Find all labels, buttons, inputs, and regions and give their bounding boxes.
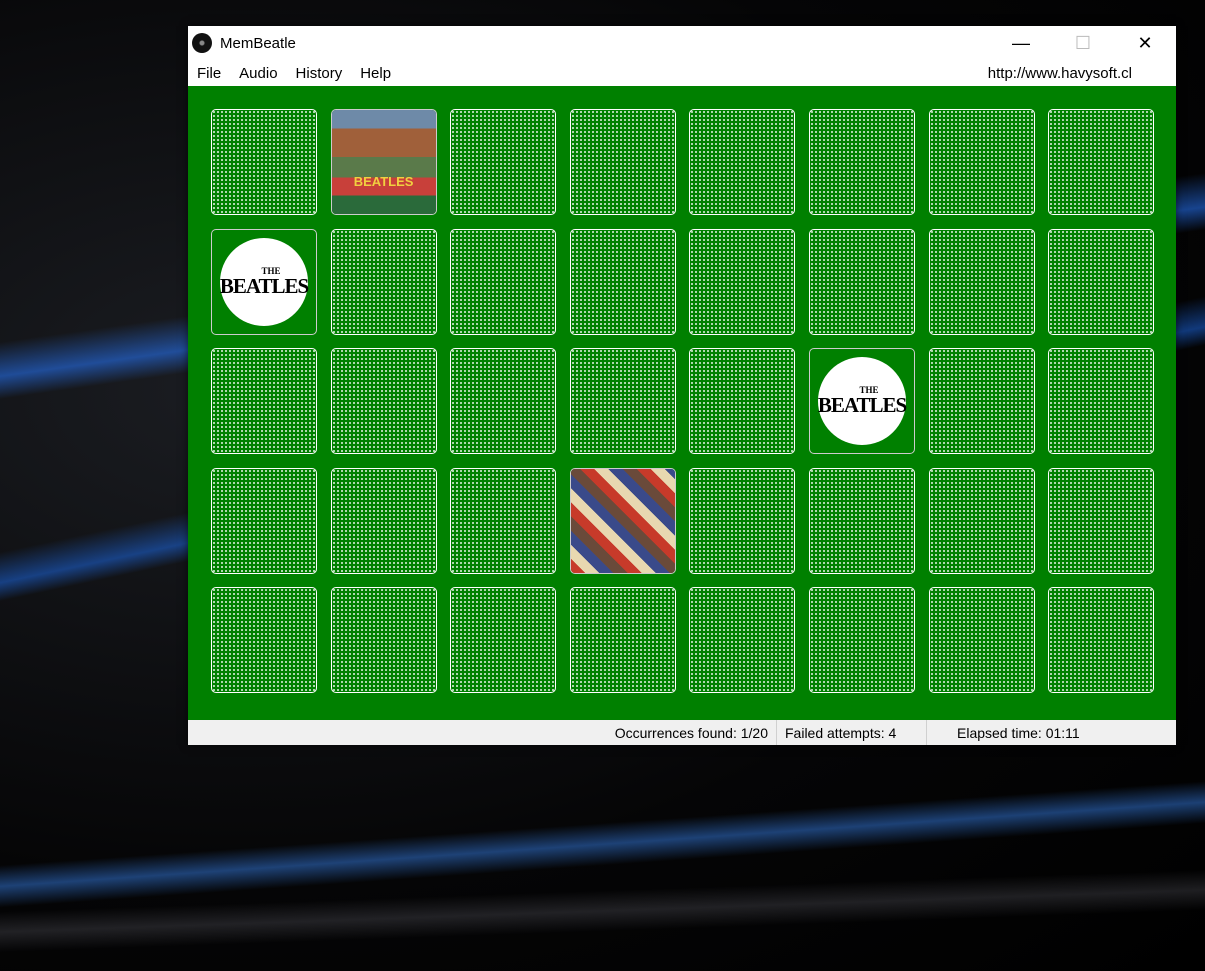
card-face-down[interactable] <box>1048 587 1155 694</box>
card-sgt-pepper-album[interactable]: BEATLES <box>330 109 437 215</box>
card-face-down[interactable] <box>211 587 317 694</box>
card-face-down[interactable] <box>569 348 676 455</box>
card-face-down[interactable] <box>330 228 437 335</box>
card-face-down[interactable] <box>1048 228 1155 335</box>
card-face-down[interactable] <box>569 587 676 694</box>
game-board: BEATLES THE BEATLES THE BEATLES <box>188 86 1176 720</box>
card-face-down[interactable] <box>928 228 1035 335</box>
card-face-down[interactable] <box>211 348 317 455</box>
failed-attempts: Failed attempts: 4 <box>776 720 926 745</box>
card-face-down[interactable] <box>1048 467 1155 574</box>
card-beatles-logo[interactable]: THE BEATLES <box>809 348 915 455</box>
card-face-down[interactable] <box>450 228 557 335</box>
card-face-down[interactable] <box>450 587 557 694</box>
card-face-down[interactable] <box>928 348 1035 455</box>
minimize-button[interactable]: — <box>990 26 1052 60</box>
card-face-down[interactable] <box>689 109 796 215</box>
app-window: MemBeatle — ☐ ✕ File Audio History Help … <box>188 26 1176 745</box>
card-face-down[interactable] <box>928 587 1035 694</box>
card-face-down[interactable] <box>330 587 437 694</box>
beatles-logo: THE BEATLES <box>220 237 309 326</box>
card-face-down[interactable] <box>330 348 437 455</box>
vinyl-record-icon <box>192 33 212 53</box>
card-face-down[interactable] <box>569 109 676 215</box>
website-link[interactable]: http://www.havysoft.cl <box>988 65 1132 82</box>
menu-help[interactable]: Help <box>351 65 400 82</box>
menu-history[interactable]: History <box>287 65 352 82</box>
card-face-down[interactable] <box>330 467 437 574</box>
menu-file[interactable]: File <box>188 65 230 82</box>
anthology-album-image <box>570 468 675 573</box>
card-face-down[interactable] <box>689 228 796 335</box>
beatles-logo: THE BEATLES <box>818 357 907 446</box>
occurrences-found: Occurrences found: 1/20 <box>614 724 768 741</box>
maximize-button[interactable]: ☐ <box>1052 26 1114 60</box>
sgt-pepper-album-image: BEATLES <box>331 110 436 214</box>
menu-audio[interactable]: Audio <box>230 65 286 82</box>
card-face-down[interactable] <box>809 587 915 694</box>
menu-bar: File Audio History Help http://www.havys… <box>188 60 1176 86</box>
title-bar[interactable]: MemBeatle — ☐ ✕ <box>188 26 1176 60</box>
elapsed-time: Elapsed time: 01:11 <box>926 720 1176 745</box>
card-face-down[interactable] <box>450 348 557 455</box>
card-beatles-logo[interactable]: THE BEATLES <box>211 228 317 335</box>
card-face-down[interactable] <box>569 228 676 335</box>
card-face-down[interactable] <box>211 109 317 215</box>
card-face-down[interactable] <box>928 467 1035 574</box>
card-face-down[interactable] <box>1048 348 1155 455</box>
card-face-down[interactable] <box>809 467 915 574</box>
card-face-down[interactable] <box>450 467 557 574</box>
card-face-down[interactable] <box>450 109 557 215</box>
card-face-down[interactable] <box>689 467 796 574</box>
card-face-down[interactable] <box>689 348 796 455</box>
card-face-down[interactable] <box>809 228 915 335</box>
close-button[interactable]: ✕ <box>1114 26 1176 60</box>
card-anthology-album[interactable] <box>569 467 676 574</box>
card-face-down[interactable] <box>689 587 796 694</box>
card-face-down[interactable] <box>1048 109 1155 215</box>
card-face-down[interactable] <box>809 109 915 215</box>
card-face-down[interactable] <box>928 109 1035 215</box>
window-title: MemBeatle <box>220 34 296 52</box>
status-bar: Occurrences found: 1/20 Failed attempts:… <box>188 720 1176 745</box>
card-face-down[interactable] <box>211 467 317 574</box>
